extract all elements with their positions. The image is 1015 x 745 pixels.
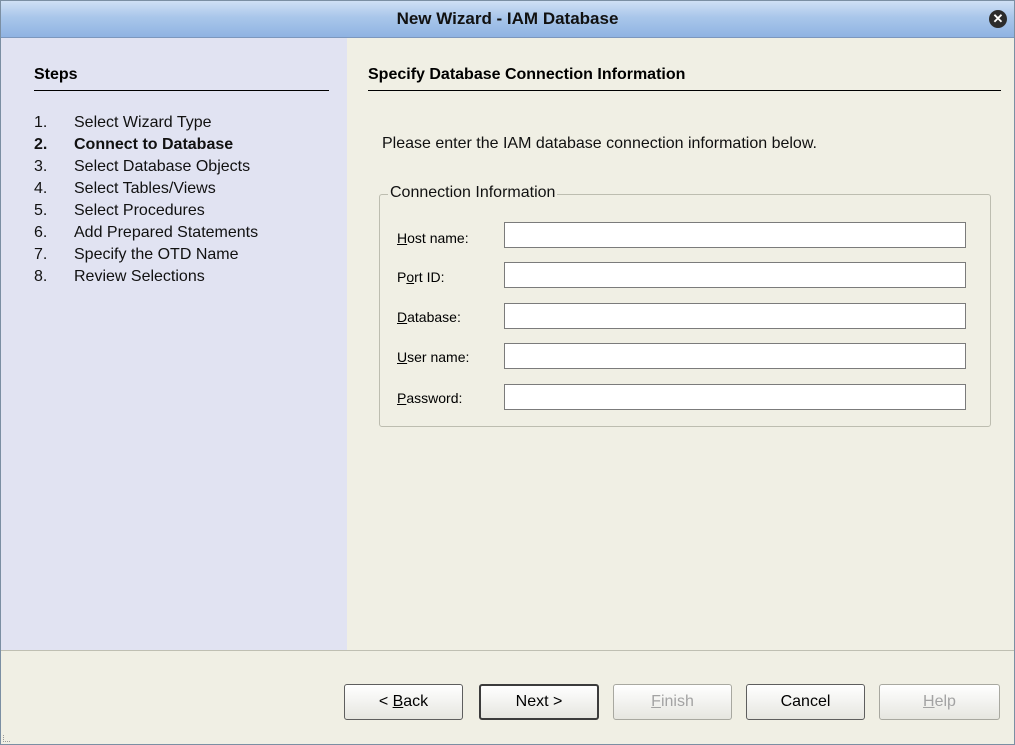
step-item: 6. Add Prepared Statements <box>34 224 259 241</box>
host-name-label: Host name: <box>397 230 469 246</box>
database-input[interactable] <box>504 303 966 329</box>
user-name-label: User name: <box>397 349 470 365</box>
step-item: 7. Specify the OTD Name <box>34 246 239 263</box>
step-item: 8. Review Selections <box>34 268 205 285</box>
port-id-label: Port ID: <box>397 269 445 285</box>
button-bar-divider <box>1 650 1014 651</box>
host-name-input[interactable] <box>504 222 966 248</box>
step-item: 2. Connect to Database <box>34 136 234 153</box>
page-title: Specify Database Connection Information <box>368 66 686 83</box>
wizard-window: New Wizard - IAM Database ✕ Steps 1. Sele… <box>0 0 1015 745</box>
title-bar[interactable]: New Wizard - IAM Database ✕ <box>1 1 1014 38</box>
step-item: 5. Select Procedures <box>34 202 205 219</box>
title-divider <box>368 90 1001 91</box>
cancel-button[interactable]: Cancel <box>746 684 865 720</box>
connection-info-legend: Connection Information <box>388 184 558 202</box>
back-button[interactable]: < Back <box>344 684 463 720</box>
steps-divider <box>34 90 329 91</box>
steps-heading: Steps <box>34 66 78 83</box>
steps-list: 1. Select Wizard Type 2. Connect to Databa… <box>34 114 258 290</box>
step-item: 1. Select Wizard Type <box>34 114 212 131</box>
step-item: 3. Select Database Objects <box>34 158 251 175</box>
database-label: Database: <box>397 309 461 325</box>
instructions-text: Please enter the IAM database connection… <box>382 135 817 152</box>
port-id-input[interactable] <box>504 262 966 288</box>
window-title: New Wizard - IAM Database <box>396 9 619 28</box>
password-input[interactable] <box>504 384 966 410</box>
password-label: Password: <box>397 390 463 406</box>
step-item: 4. Select Tables/Views <box>34 180 216 197</box>
next-button[interactable]: Next > <box>479 684 599 720</box>
close-icon[interactable]: ✕ <box>989 10 1007 28</box>
user-name-input[interactable] <box>504 343 966 369</box>
resize-grip[interactable] <box>3 735 10 742</box>
help-button[interactable]: Help <box>879 684 1000 720</box>
finish-button[interactable]: Finish <box>613 684 732 720</box>
steps-panel: Steps 1. Select Wizard Type 2. Connect to … <box>1 38 347 650</box>
